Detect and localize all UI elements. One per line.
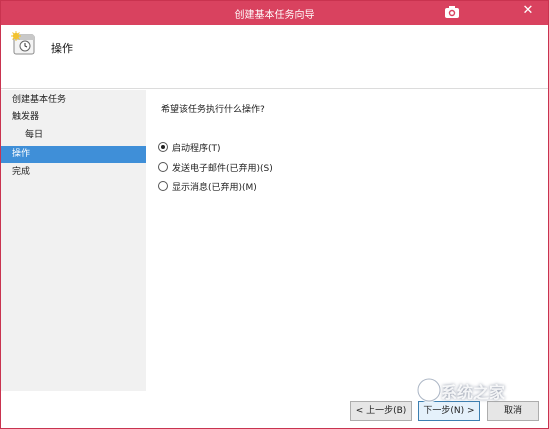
option-display-message[interactable]: 显示消息(已弃用)(M) <box>158 181 257 195</box>
step-trigger[interactable]: 触发器 <box>1 109 146 126</box>
option-start-program[interactable]: 启动程序(T) <box>158 142 221 156</box>
title-bar[interactable]: 创建基本任务向导 ✕ <box>1 1 548 25</box>
next-button[interactable]: 下一步(N) > <box>418 401 480 421</box>
close-button[interactable]: ✕ <box>508 1 548 21</box>
action-question: 希望该任务执行什么操作? <box>161 105 265 115</box>
step-create-basic-task[interactable]: 创建基本任务 <box>1 92 146 109</box>
page-title: 操作 <box>51 42 73 55</box>
option-label: 发送电子邮件(已弃用)(S) <box>172 164 273 174</box>
watermark-text: 系统之家 <box>441 383 506 402</box>
cancel-button[interactable]: 取消 <box>487 401 539 421</box>
back-button[interactable]: < 上一步(B) <box>350 401 412 421</box>
page-header: 操作 <box>1 25 548 89</box>
step-action[interactable]: 操作 <box>1 146 146 163</box>
option-label: 显示消息(已弃用)(M) <box>172 183 257 193</box>
main-content: 希望该任务执行什么操作? 启动程序(T) 发送电子邮件(已弃用)(S) 显示消息… <box>146 90 548 390</box>
radio-display-message[interactable] <box>158 181 168 191</box>
radio-send-email[interactable] <box>158 162 168 172</box>
option-label: 启动程序(T) <box>172 144 221 154</box>
task-clock-icon <box>11 31 35 55</box>
step-finish[interactable]: 完成 <box>1 164 146 181</box>
window-title: 创建基本任务向导 <box>234 10 315 21</box>
wizard-steps-sidebar: 创建基本任务 触发器 每日 操作 完成 <box>1 90 146 428</box>
step-daily[interactable]: 每日 <box>1 127 146 144</box>
option-send-email[interactable]: 发送电子邮件(已弃用)(S) <box>158 162 273 176</box>
camera-icon[interactable] <box>444 5 460 19</box>
watermark-logo-icon <box>416 377 442 403</box>
wizard-window: 创建基本任务向导 ✕ 操作 创建基本任务 触发器 每日 操作 完成 希望该任务执… <box>0 0 549 429</box>
radio-start-program[interactable] <box>158 142 168 152</box>
